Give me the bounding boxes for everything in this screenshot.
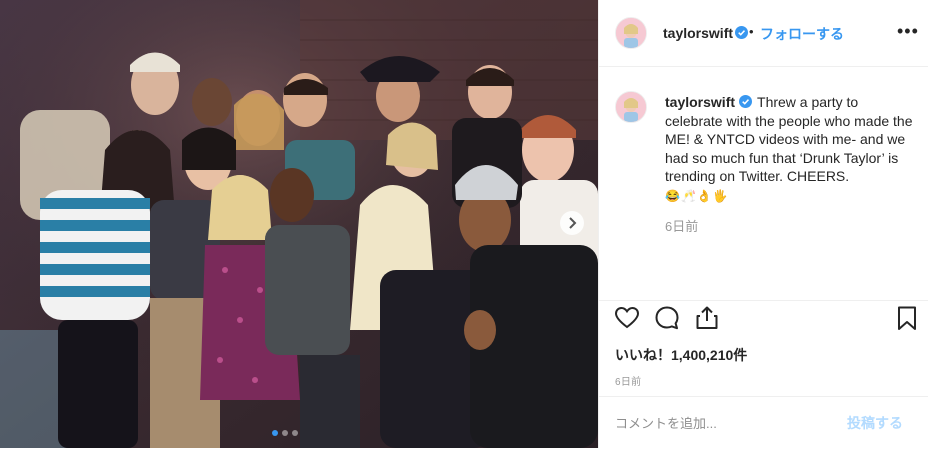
avatar-image: [616, 92, 646, 122]
caption-time[interactable]: 6日前: [665, 216, 698, 235]
carousel-next-button[interactable]: [560, 211, 584, 235]
more-options-icon[interactable]: •••: [897, 22, 919, 40]
chevron-right-icon: [569, 217, 577, 229]
caption-avatar[interactable]: [615, 91, 647, 123]
action-bar: [599, 300, 928, 335]
comment-input[interactable]: [615, 413, 845, 433]
post-photo[interactable]: [0, 0, 598, 448]
carousel-dot: [292, 430, 298, 436]
caption-emojis: 😂🥂👌🖐: [665, 188, 729, 203]
header-username[interactable]: taylorswift: [663, 25, 733, 41]
carousel-dot: [282, 430, 288, 436]
carousel-dot: [272, 430, 278, 436]
posted-time[interactable]: 6日前: [615, 373, 641, 388]
post-header: taylorswift • フォローする •••: [599, 0, 928, 67]
post-comment-button[interactable]: 投稿する: [847, 413, 903, 433]
carousel-indicator: [272, 430, 298, 436]
post-sidebar: taylorswift • フォローする ••• taylorswift Thre…: [598, 0, 928, 448]
comment-section: 投稿する: [599, 396, 928, 449]
avatar[interactable]: [615, 17, 647, 49]
share-icon[interactable]: [693, 304, 721, 332]
post-caption: taylorswift Threw a party to celebrate wi…: [665, 93, 915, 205]
header-separator: •: [749, 24, 754, 39]
like-count[interactable]: いいね！1,400,210件: [615, 345, 747, 365]
follow-button[interactable]: フォローする: [760, 24, 844, 44]
party-photo-illustration: [0, 0, 598, 448]
bookmark-icon[interactable]: [893, 304, 921, 332]
caption-username[interactable]: taylorswift: [665, 94, 735, 110]
heart-icon[interactable]: [613, 304, 641, 332]
verified-badge-icon: [735, 26, 748, 39]
verified-badge-icon: [739, 95, 753, 108]
avatar-image: [616, 18, 646, 48]
comment-icon[interactable]: [653, 304, 681, 332]
instagram-post: taylorswift • フォローする ••• taylorswift Thre…: [0, 0, 928, 448]
